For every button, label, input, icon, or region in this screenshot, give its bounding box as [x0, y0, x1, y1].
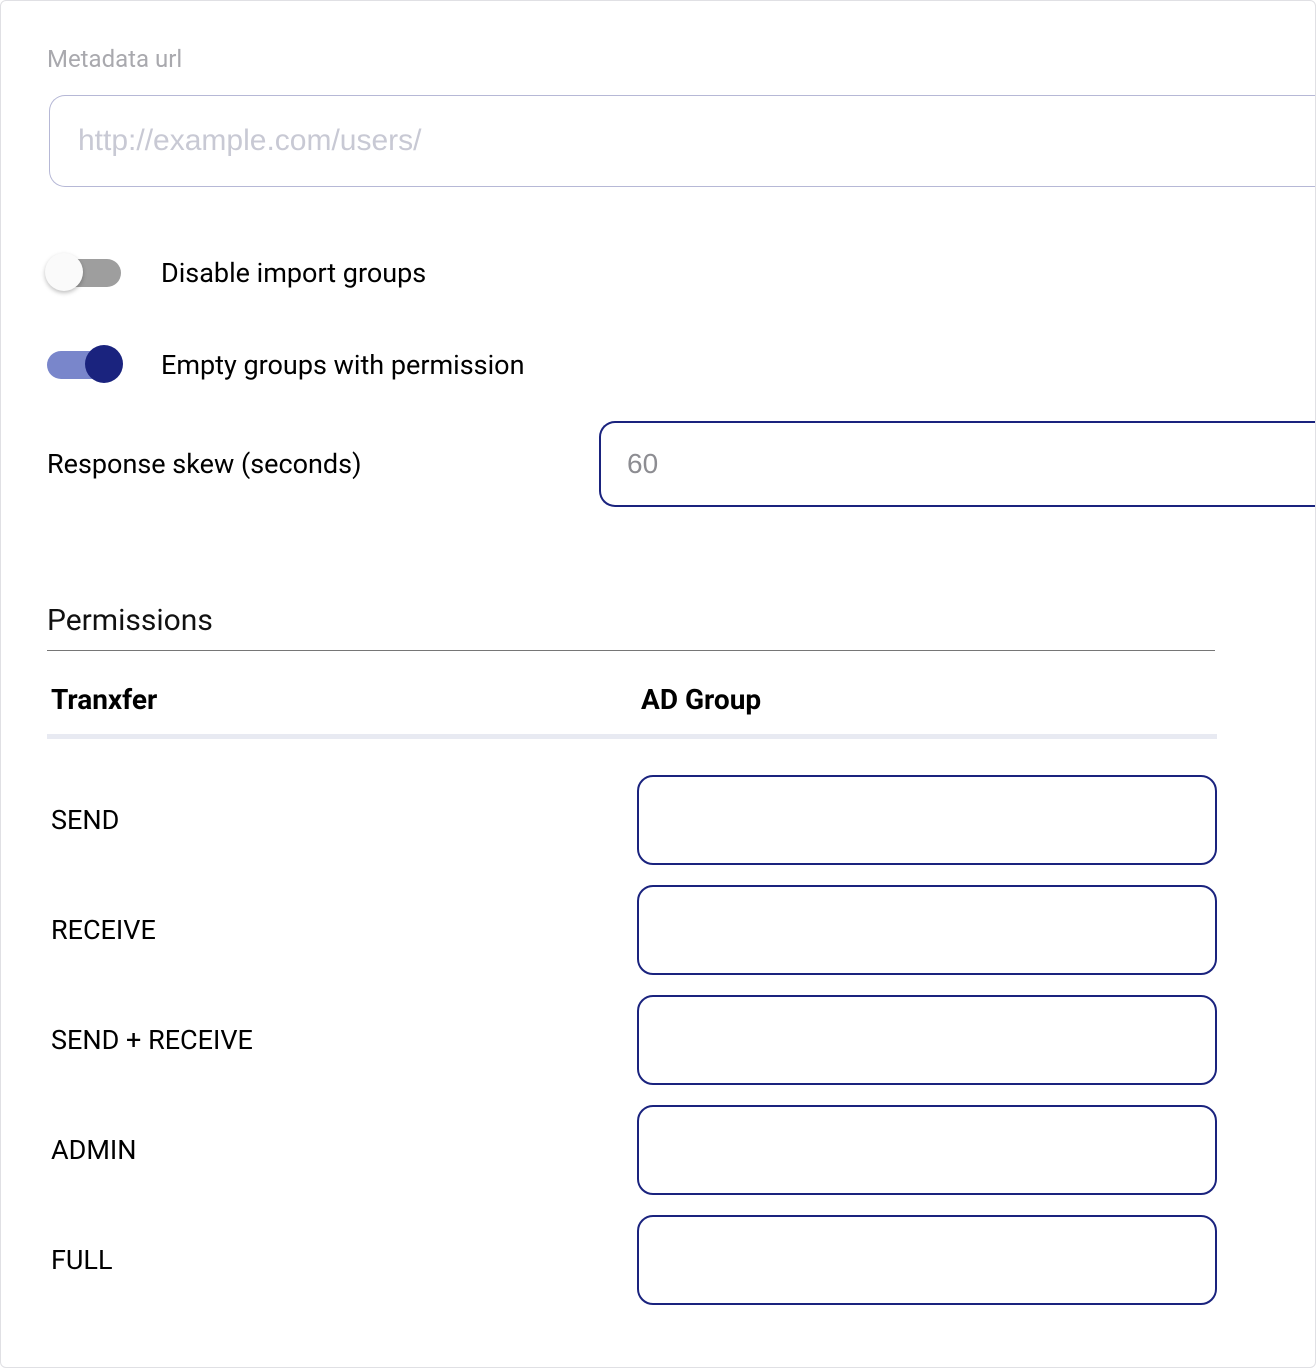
permission-adgroup-input-receive[interactable]: [637, 885, 1217, 975]
permissions-table: Tranxfer AD Group SEND RECEIVE SEND + RE…: [47, 677, 1217, 1305]
permissions-header-row: Tranxfer AD Group: [47, 677, 1217, 739]
permission-row-admin: ADMIN: [47, 1105, 1217, 1195]
permission-name: FULL: [47, 1244, 637, 1276]
permission-row-send: SEND: [47, 775, 1217, 865]
permission-adgroup-input-full[interactable]: [637, 1215, 1217, 1305]
permission-adgroup-input-send-receive[interactable]: [637, 995, 1217, 1085]
empty-groups-permission-row: Empty groups with permission: [47, 349, 1315, 381]
metadata-url-input[interactable]: [49, 95, 1316, 187]
toggle-knob-icon: [85, 345, 123, 383]
toggle-group: Disable import groups Empty groups with …: [47, 257, 1315, 381]
permissions-col-adgroup: AD Group: [641, 683, 1217, 716]
toggle-knob-icon: [45, 253, 83, 291]
permission-name: SEND: [47, 804, 637, 836]
response-skew-row: Response skew (seconds): [47, 421, 1315, 507]
response-skew-label: Response skew (seconds): [47, 448, 599, 480]
permissions-col-tranxfer: Tranxfer: [51, 683, 641, 716]
permission-name: ADMIN: [47, 1134, 637, 1166]
permissions-heading: Permissions: [47, 603, 1215, 651]
empty-groups-permission-label: Empty groups with permission: [161, 349, 525, 381]
disable-import-groups-label: Disable import groups: [161, 257, 426, 289]
permission-name: SEND + RECEIVE: [47, 1024, 637, 1056]
metadata-url-label: Metadata url: [47, 45, 1315, 73]
permissions-body: SEND RECEIVE SEND + RECEIVE ADMIN FULL: [47, 775, 1217, 1305]
permission-row-full: FULL: [47, 1215, 1217, 1305]
empty-groups-permission-toggle[interactable]: [47, 351, 121, 379]
settings-panel: Metadata url Disable import groups Empty…: [0, 0, 1316, 1368]
disable-import-groups-row: Disable import groups: [47, 257, 1315, 289]
permission-name: RECEIVE: [47, 914, 637, 946]
permission-row-send-receive: SEND + RECEIVE: [47, 995, 1217, 1085]
permission-adgroup-input-admin[interactable]: [637, 1105, 1217, 1195]
disable-import-groups-toggle[interactable]: [47, 259, 121, 287]
permission-adgroup-input-send[interactable]: [637, 775, 1217, 865]
permission-row-receive: RECEIVE: [47, 885, 1217, 975]
response-skew-input[interactable]: [599, 421, 1315, 507]
